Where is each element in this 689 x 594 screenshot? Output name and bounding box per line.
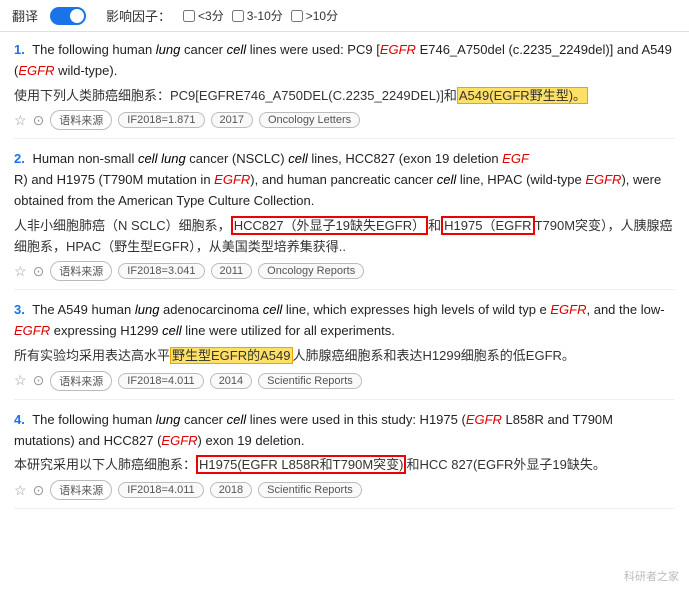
result-2-zh-text: 人非小细胞肺癌（N SCLC）细胞系，HCC827（外显子19缺失EGFR）和H… — [14, 216, 675, 258]
result-1-egfr-1: EGFR — [380, 42, 416, 57]
result-3-zh-highlight: 野生型EGFR的A549 — [170, 347, 292, 364]
result-3-journal-tag[interactable]: Scientific Reports — [258, 373, 362, 389]
filter-item-high[interactable]: >10分 — [291, 7, 338, 24]
result-2-if-tag: IF2018=3.041 — [118, 263, 204, 279]
result-1-source-tag[interactable]: 语料来源 — [50, 110, 112, 130]
result-3-meta: ☆ ⊙ 语料来源 IF2018=4.011 2014 Scientific Re… — [14, 371, 675, 391]
result-1-journal-tag[interactable]: Oncology Letters — [259, 112, 360, 128]
result-4-cell-1: cell — [227, 412, 247, 427]
result-4-lung-1: lung — [156, 412, 181, 427]
result-2-cell-1: cell — [138, 151, 158, 166]
filter-label-low: <3分 — [198, 7, 224, 24]
filter-checkbox-high[interactable] — [291, 10, 303, 22]
result-2-star-icon[interactable]: ☆ — [14, 263, 27, 280]
result-3-copy-icon[interactable]: ⊙ — [33, 372, 45, 389]
result-1-lung-1: lung — [156, 42, 181, 57]
result-item-1: 1. The following human lung cancer cell … — [14, 40, 675, 139]
result-2-copy-icon[interactable]: ⊙ — [33, 263, 45, 280]
result-2-zh-highlight-2: H1975（EGFR — [441, 216, 534, 235]
result-2-cell-2: cell — [288, 151, 308, 166]
result-3-egfr-1: EGFR — [550, 302, 586, 317]
translate-label: 翻译 — [12, 6, 38, 25]
influence-label: 影响因子： — [106, 6, 171, 25]
result-4-meta: ☆ ⊙ 语料来源 IF2018=4.011 2018 Scientific Re… — [14, 480, 675, 500]
result-4-egfr-1: EGFR — [466, 412, 502, 427]
result-4-zh-text: 本研究采用以下人肺癌细胞系：H1975(EGFR L858R和T790M突变)和… — [14, 455, 675, 476]
translate-toggle[interactable] — [50, 7, 86, 25]
result-1-zh-highlight: A549(EGFR野生型)。 — [457, 87, 588, 104]
result-3-source-tag[interactable]: 语料来源 — [50, 371, 112, 391]
result-3-zh-text: 所有实验均采用表达高水平野生型EGFR的A549人肺腺癌细胞系和表达H1299细… — [14, 346, 675, 367]
result-1-egfr-2: EGFR — [18, 63, 54, 78]
result-1-meta: ☆ ⊙ 语料来源 IF2018=1.871 2017 Oncology Lett… — [14, 110, 675, 130]
result-3-star-icon[interactable]: ☆ — [14, 372, 27, 389]
filter-label-high: >10分 — [306, 7, 338, 24]
result-3-year-tag: 2014 — [210, 373, 252, 389]
main-content: 1. The following human lung cancer cell … — [0, 32, 689, 527]
result-2-en-text: 2. Human non-small cell lung cancer (NSC… — [14, 149, 675, 211]
result-1-zh-text: 使用下列人类肺癌细胞系：PC9[EGFRE746_A750DEL(C.2235_… — [14, 86, 675, 107]
result-4-egfr-2: EGFR — [161, 433, 197, 448]
result-4-year-tag: 2018 — [210, 482, 252, 498]
result-4-source-tag[interactable]: 语料来源 — [50, 480, 112, 500]
result-2-meta: ☆ ⊙ 语料来源 IF2018=3.041 2011 Oncology Repo… — [14, 261, 675, 281]
result-4-zh-highlight: H1975(EGFR L858R和T790M突变) — [196, 455, 406, 474]
filter-checkbox-mid[interactable] — [232, 10, 244, 22]
result-item-2: 2. Human non-small cell lung cancer (NSC… — [14, 149, 675, 290]
result-4-if-tag: IF2018=4.011 — [118, 482, 203, 498]
result-2-year-tag: 2011 — [211, 263, 253, 279]
result-4-number: 4. — [14, 412, 25, 427]
result-1-cell-1: cell — [227, 42, 247, 57]
result-2-lung-1: lung — [161, 151, 186, 166]
result-1-star-icon[interactable]: ☆ — [14, 112, 27, 129]
result-3-number: 3. — [14, 302, 25, 317]
result-1-if-tag: IF2018=1.871 — [118, 112, 204, 128]
result-4-copy-icon[interactable]: ⊙ — [33, 482, 45, 499]
filter-item-mid[interactable]: 3-10分 — [232, 7, 283, 24]
result-3-en-text: 3. The A549 human lung adenocarcinoma ce… — [14, 300, 675, 342]
result-item-4: 4. The following human lung cancer cell … — [14, 410, 675, 509]
result-2-egfr-3: EGFR — [585, 172, 621, 187]
result-2-egfr-1: EGF — [502, 151, 529, 166]
filter-group: <3分 3-10分 >10分 — [183, 7, 338, 24]
toggle-thumb — [70, 9, 84, 23]
top-bar: 翻译 影响因子： <3分 3-10分 >10分 — [0, 0, 689, 32]
result-3-lung-1: lung — [135, 302, 160, 317]
result-3-egfr-2: EGFR — [14, 323, 50, 338]
result-1-en-text: 1. The following human lung cancer cell … — [14, 40, 675, 82]
result-item-3: 3. The A549 human lung adenocarcinoma ce… — [14, 300, 675, 399]
watermark: 科研者之家 — [624, 568, 679, 584]
result-4-en-text: 4. The following human lung cancer cell … — [14, 410, 675, 452]
result-3-if-tag: IF2018=4.011 — [118, 373, 203, 389]
result-2-number: 2. — [14, 151, 25, 166]
result-1-copy-icon[interactable]: ⊙ — [33, 112, 45, 129]
result-4-journal-tag[interactable]: Scientific Reports — [258, 482, 362, 498]
result-2-cell-3: cell — [437, 172, 457, 187]
result-1-year-tag: 2017 — [211, 112, 253, 128]
result-2-source-tag[interactable]: 语料来源 — [50, 261, 112, 281]
filter-item-low[interactable]: <3分 — [183, 7, 224, 24]
filter-checkbox-low[interactable] — [183, 10, 195, 22]
result-3-cell-2: cell — [162, 323, 182, 338]
result-4-star-icon[interactable]: ☆ — [14, 482, 27, 499]
result-2-zh-highlight-1: HCC827（外显子19缺失EGFR） — [231, 216, 428, 235]
filter-label-mid: 3-10分 — [247, 7, 283, 24]
result-3-cell-1: cell — [263, 302, 283, 317]
result-1-number: 1. — [14, 42, 25, 57]
result-2-journal-tag[interactable]: Oncology Reports — [258, 263, 364, 279]
result-2-egfr-2: EGFR — [214, 172, 250, 187]
